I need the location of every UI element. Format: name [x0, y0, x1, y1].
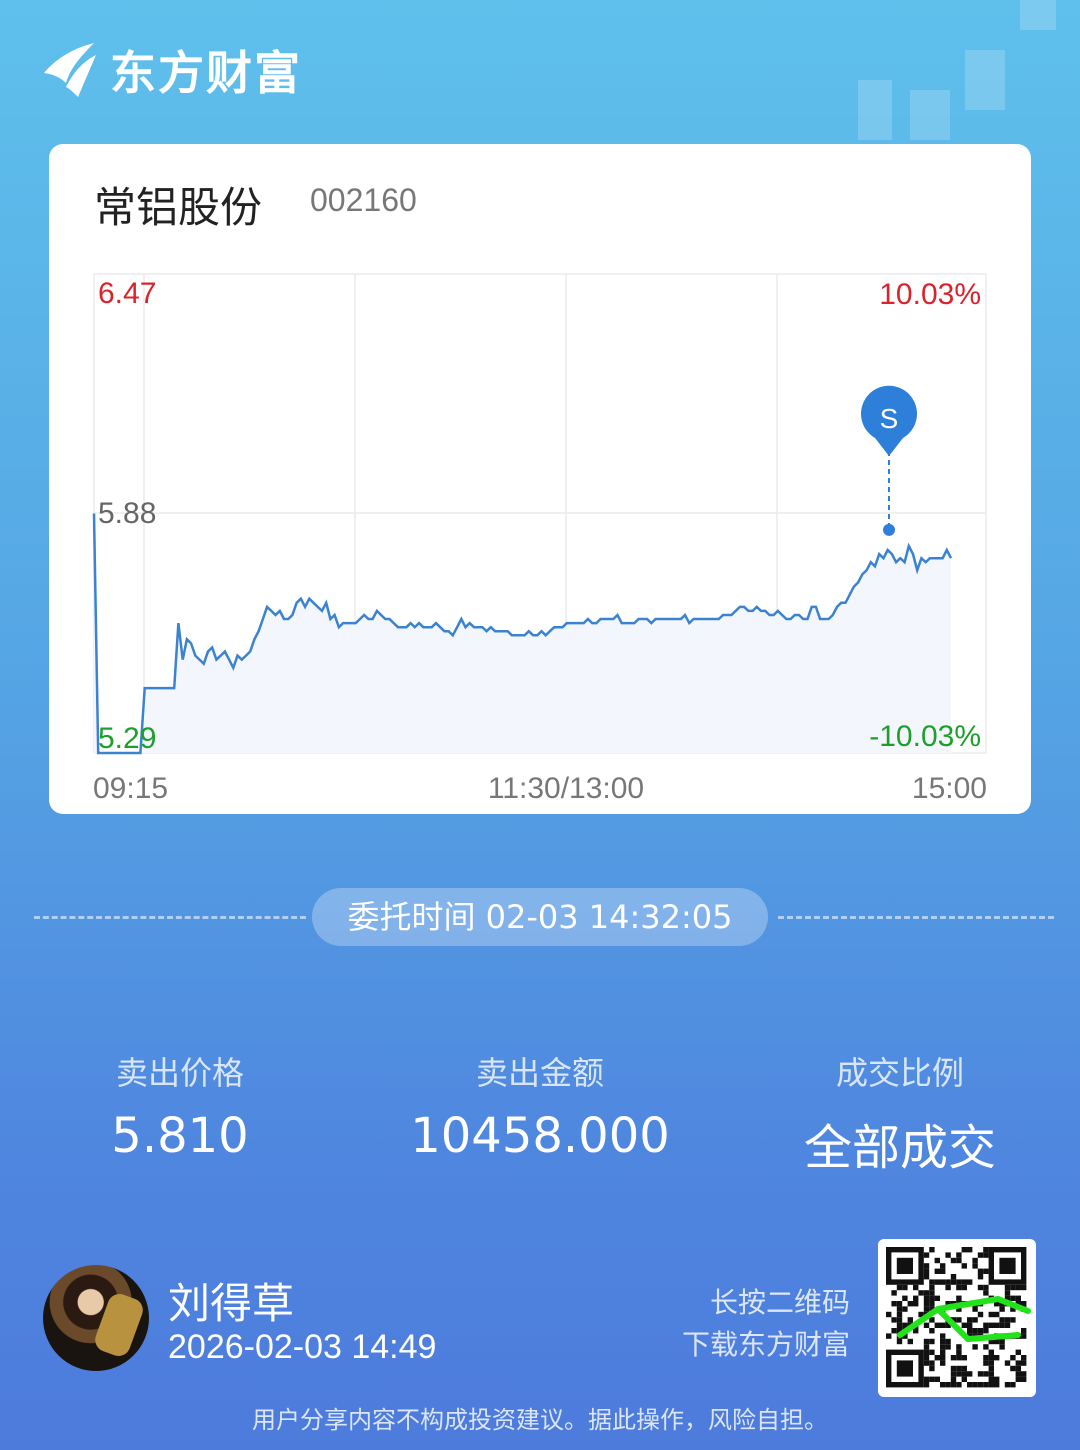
- order-time-divider: 委托时间 02-03 14:32:05: [34, 888, 1054, 946]
- avatar-image-detail: [91, 1290, 147, 1360]
- user-name: 刘得草: [168, 1279, 295, 1328]
- stat-value: 全部成交: [803, 1120, 996, 1176]
- stat-sell-price: 卖出价格 5.810: [0, 1048, 360, 1164]
- brand-name: 东方财富: [110, 46, 302, 100]
- sell-marker-label: S: [880, 403, 899, 434]
- marker-point: [883, 523, 895, 536]
- divider-dash-left: [34, 916, 306, 919]
- share-timestamp: 2026-02-03 14:49: [168, 1328, 437, 1366]
- stat-label: 卖出金额: [475, 1054, 604, 1092]
- y-label-high: 6.47: [98, 277, 156, 310]
- x-tick-midday: 11:30/13:00: [488, 772, 644, 805]
- stat-value: 10458.000: [410, 1108, 670, 1164]
- pct-label-high: 10.03%: [879, 278, 981, 311]
- qr-hint: 长按二维码 下载东方财富: [640, 1282, 850, 1366]
- y-label-prev-close: 5.88: [98, 497, 156, 530]
- qr-code-pattern: [886, 1247, 1031, 1388]
- stat-fill-ratio: 成交比例 全部成交: [720, 1048, 1080, 1178]
- eastmoney-logo-icon: [44, 43, 96, 97]
- stat-sell-amount: 卖出金额 10458.000: [360, 1048, 720, 1164]
- stock-chart-card[interactable]: 常铝股份 002160 6.47 5.88 5.29 10.03% -10.03…: [49, 144, 1031, 814]
- order-time-badge: 委托时间 02-03 14:32:05: [312, 888, 768, 946]
- divider-dash-right: [778, 916, 1054, 919]
- qr-hint-line2: 下载东方财富: [681, 1328, 850, 1361]
- y-label-low: 5.29: [98, 722, 156, 755]
- stat-label: 成交比例: [835, 1054, 964, 1092]
- avatar[interactable]: [43, 1265, 149, 1371]
- trade-stats: 卖出价格 5.810 卖出金额 10458.000 成交比例 全部成交: [0, 1048, 1080, 1176]
- price-area-fill: [94, 513, 951, 753]
- qr-hint-line1: 长按二维码: [709, 1286, 850, 1319]
- brand-header: 东方财富: [40, 38, 302, 102]
- stat-label: 卖出价格: [115, 1054, 244, 1092]
- background-candles-decoration: [858, 0, 1056, 140]
- stat-value: 5.810: [111, 1108, 249, 1164]
- pct-label-low: -10.03%: [869, 720, 981, 753]
- x-tick-close: 15:00: [912, 772, 987, 805]
- intraday-price-chart: 6.47 5.88 5.29 10.03% -10.03% 09:15 11:3…: [92, 273, 987, 805]
- disclaimer: 用户分享内容不构成投资建议。据此操作，风险自担。: [252, 1406, 828, 1434]
- qr-code-icon[interactable]: [878, 1239, 1036, 1397]
- x-tick-open: 09:15: [93, 772, 168, 805]
